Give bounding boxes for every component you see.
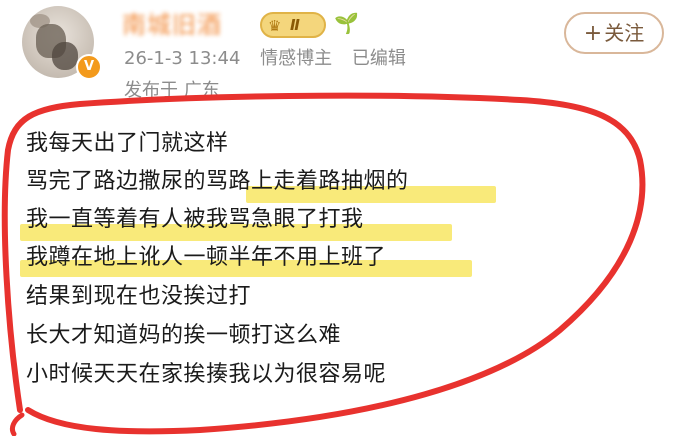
post-line: 结果到现在也没挨过打 <box>26 284 252 309</box>
post-line: 骂完了路边撒尿的骂路上走着路抽烟的 <box>26 169 409 194</box>
edited-label: 已编辑 <box>351 48 406 69</box>
post-line: 我每天出了门就这样 <box>26 131 229 156</box>
post-line: 小时候天天在家挨揍我以为很容易呢 <box>26 362 387 387</box>
author-tag: 情感博主 <box>260 48 333 69</box>
verified-icon: V <box>76 54 102 80</box>
username[interactable]: 南城旧酒 <box>122 8 222 42</box>
post-line: 我蹲在地上讹人一顿半年不用上班了 <box>26 245 387 270</box>
post-source: 发布于 广东 <box>124 80 220 101</box>
post-line: 长大才知道妈的挨一顿打这么难 <box>26 323 342 348</box>
follow-label: 关注 <box>604 21 645 45</box>
post-line: 我一直等着有人被我骂急眼了打我 <box>26 207 364 232</box>
follow-button[interactable]: + 关注 <box>564 12 664 54</box>
post-meta: 26-1-3 13:44 情感博主 已编辑 <box>124 46 420 72</box>
crown-icon: ♛ <box>268 17 282 35</box>
sprout-icon[interactable]: 🌱 <box>334 10 359 36</box>
plus-icon: + <box>583 21 603 46</box>
level-badge[interactable]: ♛ Ⅱ <box>260 12 326 38</box>
level-number: Ⅱ <box>290 16 300 34</box>
post-date: 26-1-3 13:44 <box>124 48 241 69</box>
